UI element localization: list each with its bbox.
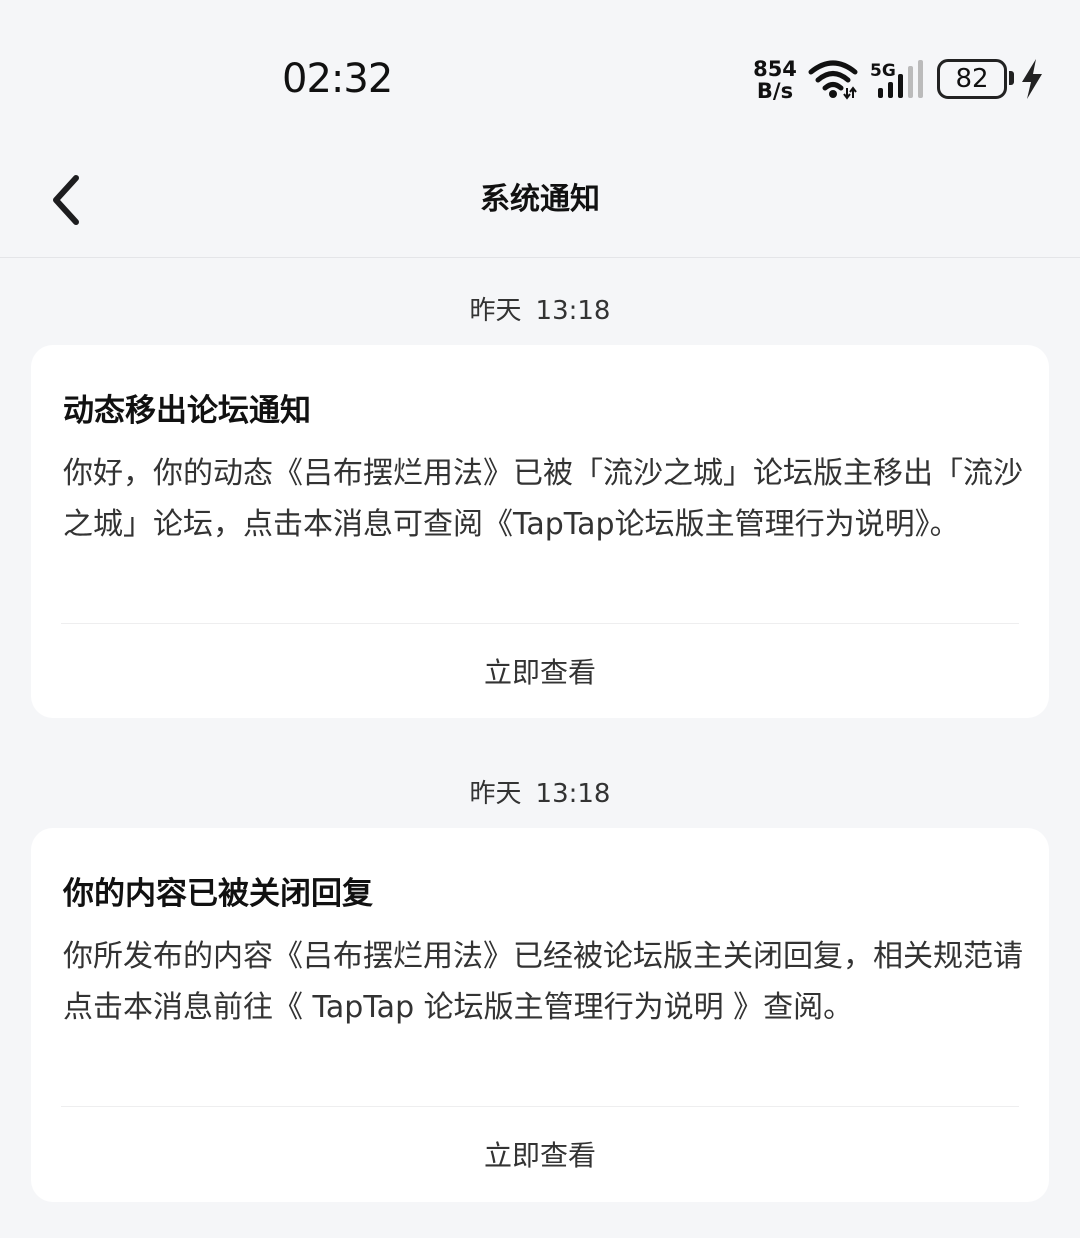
view-now-button[interactable]: 立即查看 (31, 1134, 1049, 1174)
status-bar: 02:32 854 B/s 5G 82 (0, 0, 1080, 150)
message-time: 13:18 (535, 779, 611, 809)
notification-title: 动态移出论坛通知 (63, 393, 311, 429)
network-speed: 854 B/s (752, 58, 798, 102)
view-now-button[interactable]: 立即查看 (31, 651, 1049, 691)
card-divider (61, 1106, 1019, 1107)
page-title: 系统通知 (480, 182, 600, 217)
charging-bolt-icon (1022, 59, 1042, 99)
notification-body: 你所发布的内容《吕布摆烂用法》已经被论坛版主关闭回复，相关规范请点击本消息前往《… (63, 939, 1023, 1025)
network-type-label: 5G (870, 61, 896, 81)
message-timestamp: 昨天 13:18 (0, 290, 1080, 327)
message-timestamp: 昨天 13:18 (0, 773, 1080, 810)
battery-indicator: 82 (937, 59, 1021, 101)
network-speed-value: 854 (753, 57, 797, 81)
card-divider (61, 623, 1019, 624)
network-speed-unit: B/s (756, 79, 794, 103)
notification-card[interactable]: 动态移出论坛通知 你好，你的动态《吕布摆烂用法》已被「流沙之城」论坛版主移出「流… (31, 345, 1049, 718)
notification-card[interactable]: 你的内容已被关闭回复 你所发布的内容《吕布摆烂用法》已经被论坛版主关闭回复，相关… (31, 828, 1049, 1202)
notification-title: 你的内容已被关闭回复 (63, 876, 373, 912)
wifi-icon (808, 60, 858, 100)
notification-body: 你好，你的动态《吕布摆烂用法》已被「流沙之城」论坛版主移出「流沙之城」论坛，点击… (63, 456, 1023, 542)
nav-bar: 系统通知 (0, 150, 1080, 258)
message-date: 昨天 (469, 779, 522, 809)
status-time: 02:32 (282, 56, 393, 102)
battery-level: 82 (937, 59, 1007, 99)
message-time: 13:18 (535, 296, 611, 326)
message-date: 昨天 (469, 296, 522, 326)
cellular-signal-icon: 5G (870, 60, 923, 98)
battery-tip (1009, 71, 1014, 85)
